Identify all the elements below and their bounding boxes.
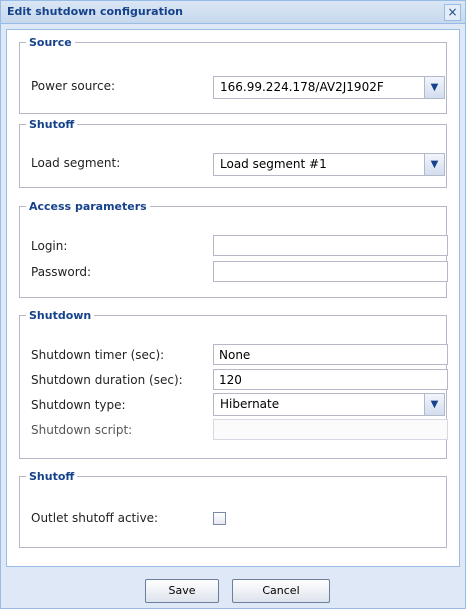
shutoff-outlet-group: Shutoff Outlet shutoff active: <box>19 470 447 548</box>
load-segment-label: Load segment: <box>31 156 121 170</box>
dialog-title: Edit shutdown configuration <box>7 5 183 18</box>
shutoff-outlet-legend: Shutoff <box>29 470 75 483</box>
shutdown-type-select[interactable]: Hibernate ▼ <box>213 393 445 416</box>
shutoff-load-legend: Shutoff <box>29 118 75 131</box>
save-button[interactable]: Save <box>145 579 219 603</box>
login-field[interactable] <box>213 235 448 256</box>
chevron-down-icon[interactable]: ▼ <box>424 154 444 175</box>
access-legend: Access parameters <box>29 200 147 213</box>
power-source-value: 166.99.224.178/AV2J1902F <box>220 80 384 94</box>
power-source-label: Power source: <box>31 79 115 93</box>
shutdown-type-value: Hibernate <box>220 397 280 411</box>
outlet-shutoff-label: Outlet shutoff active: <box>31 511 159 525</box>
password-label: Password: <box>31 265 92 279</box>
shutdown-script-label: Shutdown script: <box>31 423 133 437</box>
chevron-down-icon[interactable]: ▼ <box>424 394 444 415</box>
shutdown-script-field <box>213 419 448 440</box>
shutdown-duration-label: Shutdown duration (sec): <box>31 373 183 387</box>
cancel-button[interactable]: Cancel <box>232 579 330 603</box>
edit-shutdown-dialog: Edit shutdown configuration × Source Pow… <box>0 0 466 609</box>
shutdown-group: Shutdown Shutdown timer (sec): Shutdown … <box>19 309 448 459</box>
shutdown-type-label: Shutdown type: <box>31 398 126 412</box>
dialog-titlebar[interactable]: Edit shutdown configuration × <box>1 1 465 24</box>
password-field[interactable] <box>213 261 448 282</box>
source-group: Source Power source: 166.99.224.178/AV2J… <box>19 36 447 114</box>
load-segment-value: Load segment #1 <box>220 157 327 171</box>
dialog-body: Source Power source: 166.99.224.178/AV2J… <box>6 29 460 567</box>
close-icon[interactable]: × <box>444 4 461 21</box>
access-group: Access parameters Login: Password: <box>19 200 448 298</box>
power-source-select[interactable]: 166.99.224.178/AV2J1902F ▼ <box>213 76 445 99</box>
chevron-down-icon[interactable]: ▼ <box>424 77 444 98</box>
shutdown-timer-label: Shutdown timer (sec): <box>31 348 165 362</box>
outlet-shutoff-checkbox[interactable] <box>213 512 226 525</box>
login-label: Login: <box>31 239 68 253</box>
shutdown-timer-field[interactable] <box>213 344 448 365</box>
shutdown-duration-field[interactable] <box>213 369 448 390</box>
dialog-footer: Save Cancel <box>1 567 465 608</box>
shutdown-legend: Shutdown <box>29 309 92 322</box>
shutoff-load-group: Shutoff Load segment: Load segment #1 ▼ <box>19 118 447 188</box>
load-segment-select[interactable]: Load segment #1 ▼ <box>213 153 445 176</box>
source-legend: Source <box>29 36 72 49</box>
